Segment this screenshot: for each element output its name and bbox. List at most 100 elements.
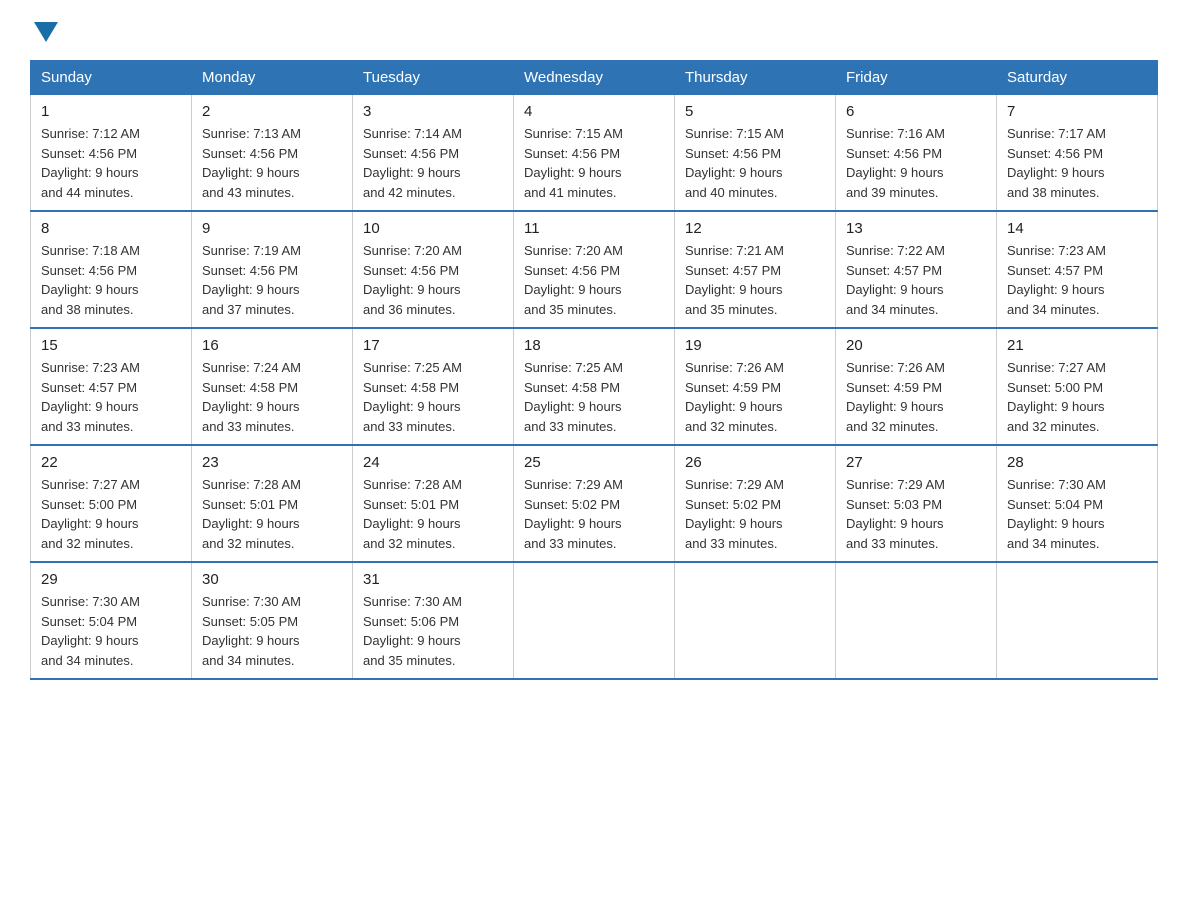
day-number: 22 (41, 454, 181, 471)
weekday-header-wednesday: Wednesday (514, 61, 675, 95)
calendar-cell (836, 562, 997, 679)
calendar-cell: 28 Sunrise: 7:30 AMSunset: 5:04 PMDayligh… (997, 445, 1158, 562)
day-number: 1 (41, 103, 181, 120)
day-info: Sunrise: 7:19 AMSunset: 4:56 PMDaylight:… (202, 241, 342, 319)
day-info: Sunrise: 7:30 AMSunset: 5:04 PMDaylight:… (1007, 475, 1147, 553)
calendar-cell: 2Sunrise: 7:13 AMSunset: 4:56 PMDaylight… (192, 95, 353, 212)
calendar-cell: 15 Sunrise: 7:23 AMSunset: 4:57 PMDayligh… (31, 328, 192, 445)
calendar-cell: 25Sunrise: 7:29 AMSunset: 5:02 PMDayligh… (514, 445, 675, 562)
calendar-cell: 17 Sunrise: 7:25 AMSunset: 4:58 PMDayligh… (353, 328, 514, 445)
weekday-header-sunday: Sunday (31, 61, 192, 95)
weekday-header-row: SundayMondayTuesdayWednesdayThursdayFrid… (31, 61, 1158, 95)
calendar-cell: 1 Sunrise: 7:12 AMSunset: 4:56 PMDaylight… (31, 95, 192, 212)
day-number: 21 (1007, 337, 1147, 354)
day-info: Sunrise: 7:25 AMSunset: 4:58 PMDaylight:… (524, 358, 664, 436)
day-number: 6 (846, 103, 986, 120)
calendar-cell (997, 562, 1158, 679)
day-number: 27 (846, 454, 986, 471)
day-number: 23 (202, 454, 342, 471)
day-number: 12 (685, 220, 825, 237)
calendar-cell: 16 Sunrise: 7:24 AMSunset: 4:58 PMDayligh… (192, 328, 353, 445)
day-info: Sunrise: 7:30 AMSunset: 5:06 PMDaylight:… (363, 592, 503, 670)
day-info: Sunrise: 7:29 AMSunset: 5:02 PMDaylight:… (524, 475, 664, 553)
calendar-cell: 9 Sunrise: 7:19 AMSunset: 4:56 PMDaylight… (192, 211, 353, 328)
day-info: Sunrise: 7:29 AMSunset: 5:03 PMDaylight:… (846, 475, 986, 553)
day-info: Sunrise: 7:20 AMSunset: 4:56 PMDaylight:… (363, 241, 503, 319)
calendar-cell: 26 Sunrise: 7:29 AMSunset: 5:02 PMDayligh… (675, 445, 836, 562)
calendar-cell (514, 562, 675, 679)
calendar-cell: 27 Sunrise: 7:29 AMSunset: 5:03 PMDayligh… (836, 445, 997, 562)
calendar-table: SundayMondayTuesdayWednesdayThursdayFrid… (30, 60, 1158, 680)
calendar-cell: 31 Sunrise: 7:30 AMSunset: 5:06 PMDayligh… (353, 562, 514, 679)
day-number: 10 (363, 220, 503, 237)
day-info: Sunrise: 7:12 AMSunset: 4:56 PMDaylight:… (41, 124, 181, 202)
calendar-cell: 14Sunrise: 7:23 AMSunset: 4:57 PMDayligh… (997, 211, 1158, 328)
calendar-week-row: 22 Sunrise: 7:27 AMSunset: 5:00 PMDayligh… (31, 445, 1158, 562)
calendar-week-row: 29Sunrise: 7:30 AMSunset: 5:04 PMDayligh… (31, 562, 1158, 679)
day-number: 9 (202, 220, 342, 237)
day-number: 19 (685, 337, 825, 354)
day-number: 15 (41, 337, 181, 354)
day-info: Sunrise: 7:24 AMSunset: 4:58 PMDaylight:… (202, 358, 342, 436)
day-info: Sunrise: 7:28 AMSunset: 5:01 PMDaylight:… (202, 475, 342, 553)
day-number: 8 (41, 220, 181, 237)
day-info: Sunrise: 7:23 AMSunset: 4:57 PMDaylight:… (41, 358, 181, 436)
day-info: Sunrise: 7:15 AMSunset: 4:56 PMDaylight:… (524, 124, 664, 202)
day-info: Sunrise: 7:28 AMSunset: 5:01 PMDaylight:… (363, 475, 503, 553)
day-info: Sunrise: 7:17 AMSunset: 4:56 PMDaylight:… (1007, 124, 1147, 202)
day-info: Sunrise: 7:18 AMSunset: 4:56 PMDaylight:… (41, 241, 181, 319)
weekday-header-friday: Friday (836, 61, 997, 95)
calendar-cell: 5Sunrise: 7:15 AMSunset: 4:56 PMDaylight… (675, 95, 836, 212)
calendar-cell: 24 Sunrise: 7:28 AMSunset: 5:01 PMDayligh… (353, 445, 514, 562)
day-number: 31 (363, 571, 503, 588)
day-info: Sunrise: 7:26 AMSunset: 4:59 PMDaylight:… (846, 358, 986, 436)
weekday-header-thursday: Thursday (675, 61, 836, 95)
day-number: 11 (524, 220, 664, 237)
weekday-header-monday: Monday (192, 61, 353, 95)
day-info: Sunrise: 7:30 AMSunset: 5:04 PMDaylight:… (41, 592, 181, 670)
calendar-cell: 19Sunrise: 7:26 AMSunset: 4:59 PMDayligh… (675, 328, 836, 445)
calendar-cell: 6 Sunrise: 7:16 AMSunset: 4:56 PMDaylight… (836, 95, 997, 212)
calendar-cell: 13Sunrise: 7:22 AMSunset: 4:57 PMDayligh… (836, 211, 997, 328)
day-info: Sunrise: 7:30 AMSunset: 5:05 PMDaylight:… (202, 592, 342, 670)
day-info: Sunrise: 7:15 AMSunset: 4:56 PMDaylight:… (685, 124, 825, 202)
weekday-header-tuesday: Tuesday (353, 61, 514, 95)
day-number: 20 (846, 337, 986, 354)
calendar-cell: 30 Sunrise: 7:30 AMSunset: 5:05 PMDayligh… (192, 562, 353, 679)
weekday-header-saturday: Saturday (997, 61, 1158, 95)
calendar-week-row: 15 Sunrise: 7:23 AMSunset: 4:57 PMDayligh… (31, 328, 1158, 445)
calendar-week-row: 8 Sunrise: 7:18 AMSunset: 4:56 PMDaylight… (31, 211, 1158, 328)
calendar-cell: 10 Sunrise: 7:20 AMSunset: 4:56 PMDayligh… (353, 211, 514, 328)
calendar-cell: 11 Sunrise: 7:20 AMSunset: 4:56 PMDayligh… (514, 211, 675, 328)
day-number: 26 (685, 454, 825, 471)
calendar-cell (675, 562, 836, 679)
calendar-cell: 23 Sunrise: 7:28 AMSunset: 5:01 PMDayligh… (192, 445, 353, 562)
logo-triangle-icon (34, 22, 58, 42)
calendar-cell: 12 Sunrise: 7:21 AMSunset: 4:57 PMDayligh… (675, 211, 836, 328)
day-info: Sunrise: 7:14 AMSunset: 4:56 PMDaylight:… (363, 124, 503, 202)
day-info: Sunrise: 7:25 AMSunset: 4:58 PMDaylight:… (363, 358, 503, 436)
day-info: Sunrise: 7:21 AMSunset: 4:57 PMDaylight:… (685, 241, 825, 319)
day-number: 16 (202, 337, 342, 354)
day-number: 3 (363, 103, 503, 120)
day-info: Sunrise: 7:20 AMSunset: 4:56 PMDaylight:… (524, 241, 664, 319)
calendar-cell: 4 Sunrise: 7:15 AMSunset: 4:56 PMDaylight… (514, 95, 675, 212)
day-number: 18 (524, 337, 664, 354)
day-info: Sunrise: 7:27 AMSunset: 5:00 PMDaylight:… (41, 475, 181, 553)
page-header (30, 20, 1158, 42)
day-number: 17 (363, 337, 503, 354)
day-info: Sunrise: 7:27 AMSunset: 5:00 PMDaylight:… (1007, 358, 1147, 436)
calendar-cell: 8 Sunrise: 7:18 AMSunset: 4:56 PMDaylight… (31, 211, 192, 328)
day-number: 4 (524, 103, 664, 120)
day-info: Sunrise: 7:16 AMSunset: 4:56 PMDaylight:… (846, 124, 986, 202)
day-number: 28 (1007, 454, 1147, 471)
calendar-cell: 18 Sunrise: 7:25 AMSunset: 4:58 PMDayligh… (514, 328, 675, 445)
day-info: Sunrise: 7:22 AMSunset: 4:57 PMDaylight:… (846, 241, 986, 319)
day-info: Sunrise: 7:29 AMSunset: 5:02 PMDaylight:… (685, 475, 825, 553)
day-number: 24 (363, 454, 503, 471)
day-info: Sunrise: 7:13 AMSunset: 4:56 PMDaylight:… (202, 124, 342, 202)
calendar-cell: 3 Sunrise: 7:14 AMSunset: 4:56 PMDaylight… (353, 95, 514, 212)
day-number: 30 (202, 571, 342, 588)
day-number: 7 (1007, 103, 1147, 120)
calendar-week-row: 1 Sunrise: 7:12 AMSunset: 4:56 PMDaylight… (31, 95, 1158, 212)
